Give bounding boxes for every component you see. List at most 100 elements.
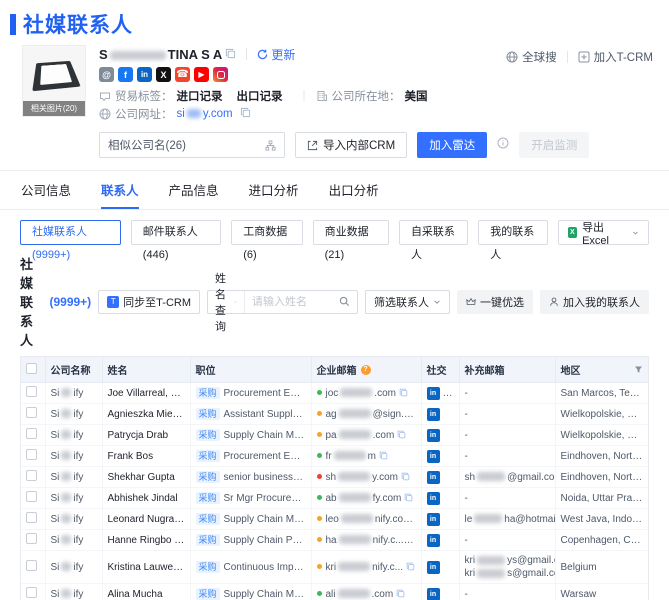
facebook-icon[interactable]: f bbox=[118, 67, 133, 82]
table-row: SiifyLeonard Nugraha采购Supply Chain Manag… bbox=[21, 508, 648, 530]
global-search-button[interactable]: 全球搜 bbox=[506, 49, 557, 65]
name-cell[interactable]: Joe Villarreal, MBA bbox=[102, 382, 191, 404]
linkedin-icon[interactable]: in bbox=[426, 512, 440, 526]
tab-item[interactable]: 产品信息 bbox=[169, 171, 219, 209]
linkedin-icon[interactable]: in bbox=[426, 533, 440, 547]
filter-chip[interactable]: 自采联系人 bbox=[398, 220, 469, 261]
name-cell[interactable]: Frank Bos bbox=[102, 445, 191, 467]
name-cell[interactable]: Abhishek Jindal bbox=[102, 487, 191, 509]
sync-tcrm-button[interactable]: T 同步至T-CRM bbox=[98, 289, 200, 314]
row-checkbox[interactable] bbox=[26, 512, 37, 523]
row-checkbox[interactable] bbox=[26, 470, 37, 481]
youtube-icon[interactable]: ▶ bbox=[194, 67, 209, 82]
extra-email-cell: - bbox=[459, 382, 556, 404]
filter-funnel-icon[interactable] bbox=[634, 365, 643, 374]
copy-icon[interactable] bbox=[225, 47, 236, 62]
filter-chip[interactable]: 我的联系人 bbox=[478, 220, 548, 261]
import-crm-button[interactable]: 导入内部CRM bbox=[295, 132, 408, 158]
tab-item[interactable]: 出口分析 bbox=[329, 171, 379, 209]
help-icon[interactable]: ? bbox=[360, 364, 371, 375]
website-icon[interactable]: @ bbox=[99, 67, 114, 82]
search-icon[interactable] bbox=[337, 296, 357, 307]
name-search-input[interactable] bbox=[245, 295, 337, 308]
email-cell: ali .com bbox=[311, 583, 422, 600]
row-checkbox[interactable] bbox=[26, 386, 37, 397]
blurred-text bbox=[338, 493, 371, 503]
region-cell: Wielkopolskie, Poland bbox=[555, 403, 648, 425]
select-all-checkbox[interactable] bbox=[26, 362, 37, 374]
update-button[interactable]: 更新 bbox=[257, 46, 295, 63]
export-excel-button[interactable]: X 导出 Excel bbox=[557, 220, 649, 247]
row-checkbox[interactable] bbox=[26, 587, 37, 598]
copy-icon[interactable] bbox=[406, 562, 415, 571]
name-cell[interactable]: Alina Mucha bbox=[102, 583, 191, 600]
copy-icon[interactable] bbox=[396, 589, 405, 598]
copy-icon[interactable] bbox=[404, 493, 413, 502]
main-tabs: 公司信息 联系人 产品信息 进口分析 出口分析 bbox=[0, 171, 669, 210]
tab-item[interactable]: 公司信息 bbox=[21, 171, 71, 209]
row-checkbox[interactable] bbox=[26, 491, 37, 502]
name-cell[interactable]: Leonard Nugraha bbox=[102, 508, 191, 530]
copy-icon[interactable] bbox=[379, 451, 388, 460]
column-header: 企业邮箱? bbox=[311, 357, 422, 383]
row-checkbox[interactable] bbox=[26, 449, 37, 460]
website-link[interactable]: si y.com bbox=[177, 108, 233, 120]
add-radar-button[interactable]: 加入雷达 bbox=[417, 132, 488, 158]
row-checkbox[interactable] bbox=[26, 560, 37, 571]
name-query-select[interactable]: 姓名查询 bbox=[208, 273, 245, 333]
title-accent-bar bbox=[10, 13, 16, 35]
table-row: SiifyAgnieszka Mielniczuk采购Assistant Sup… bbox=[21, 403, 648, 425]
position-cell: 采购Procurement Engineering bbox=[190, 382, 312, 404]
one-click-select-button[interactable]: 一键优选 bbox=[457, 289, 533, 314]
filter-chip[interactable]: 社媒联系人(9999+) bbox=[20, 220, 121, 261]
column-header: 姓名 bbox=[102, 357, 191, 383]
social-cell: in bbox=[421, 583, 460, 600]
linkedin-icon[interactable]: in bbox=[426, 386, 440, 400]
export-excel-label: 导出 Excel bbox=[582, 221, 609, 247]
filter-chip[interactable]: 工商数据(6) bbox=[231, 220, 303, 261]
tab-item[interactable]: 进口分析 bbox=[249, 171, 299, 209]
filter-chip[interactable]: 邮件联系人(446) bbox=[130, 220, 222, 261]
instagram-icon[interactable] bbox=[213, 67, 228, 82]
copy-icon[interactable] bbox=[401, 472, 410, 481]
region-cell: West Java, Indonesia bbox=[555, 508, 648, 530]
add-tcrm-button[interactable]: 加入T-CRM bbox=[578, 49, 653, 65]
filter-contacts-button[interactable]: 筛选联系人 bbox=[365, 289, 450, 314]
filter-chip[interactable]: 商业数据(21) bbox=[312, 220, 389, 261]
linkedin-icon[interactable]: in bbox=[426, 407, 440, 421]
linkedin-icon[interactable]: in bbox=[426, 491, 440, 505]
linkedin-icon[interactable]: in bbox=[426, 587, 440, 600]
add-my-contacts-button[interactable]: 加入我的联系人 bbox=[540, 289, 649, 314]
linkedin-icon[interactable]: in bbox=[426, 560, 440, 574]
copy-icon[interactable] bbox=[240, 107, 251, 121]
copy-icon[interactable] bbox=[399, 388, 408, 397]
info-icon[interactable] bbox=[497, 136, 509, 154]
blurred-text bbox=[333, 451, 366, 461]
row-checkbox[interactable] bbox=[26, 428, 37, 439]
linkedin-icon[interactable]: in bbox=[426, 449, 440, 463]
trade-tag-import[interactable]: 进口记录 bbox=[177, 88, 223, 104]
copy-icon[interactable] bbox=[407, 535, 416, 544]
company-cell: Si ify bbox=[45, 382, 103, 404]
name-cell[interactable]: Hanne Ringbo Maur... bbox=[102, 529, 191, 551]
start-monitor-button[interactable]: 开启监测 bbox=[519, 132, 590, 158]
trade-tag-export[interactable]: 出口记录 bbox=[237, 88, 283, 104]
company-photo[interactable]: 相关图片(20) bbox=[22, 45, 86, 117]
name-cell[interactable]: Patrycja Drab bbox=[102, 424, 191, 446]
copy-icon[interactable] bbox=[414, 514, 421, 523]
row-checkbox[interactable] bbox=[26, 407, 37, 418]
linkedin-icon[interactable]: in bbox=[426, 470, 440, 484]
social-cell: in bbox=[421, 550, 460, 584]
copy-icon[interactable] bbox=[397, 430, 406, 439]
copy-icon[interactable] bbox=[412, 409, 421, 418]
phone-icon[interactable]: ☎ bbox=[175, 67, 190, 82]
name-cell[interactable]: Shekhar Gupta bbox=[102, 466, 191, 488]
x-icon[interactable]: X bbox=[156, 67, 171, 82]
tab-active[interactable]: 联系人 bbox=[101, 171, 139, 209]
linkedin-icon[interactable]: in bbox=[426, 428, 440, 442]
similar-companies-button[interactable]: 相似公司名(26) bbox=[99, 132, 285, 158]
name-cell[interactable]: Agnieszka Mielniczuk bbox=[102, 403, 191, 425]
name-cell[interactable]: Kristina Lauwerys bbox=[102, 550, 191, 584]
row-checkbox[interactable] bbox=[26, 533, 37, 544]
linkedin-icon[interactable]: in bbox=[137, 67, 152, 82]
